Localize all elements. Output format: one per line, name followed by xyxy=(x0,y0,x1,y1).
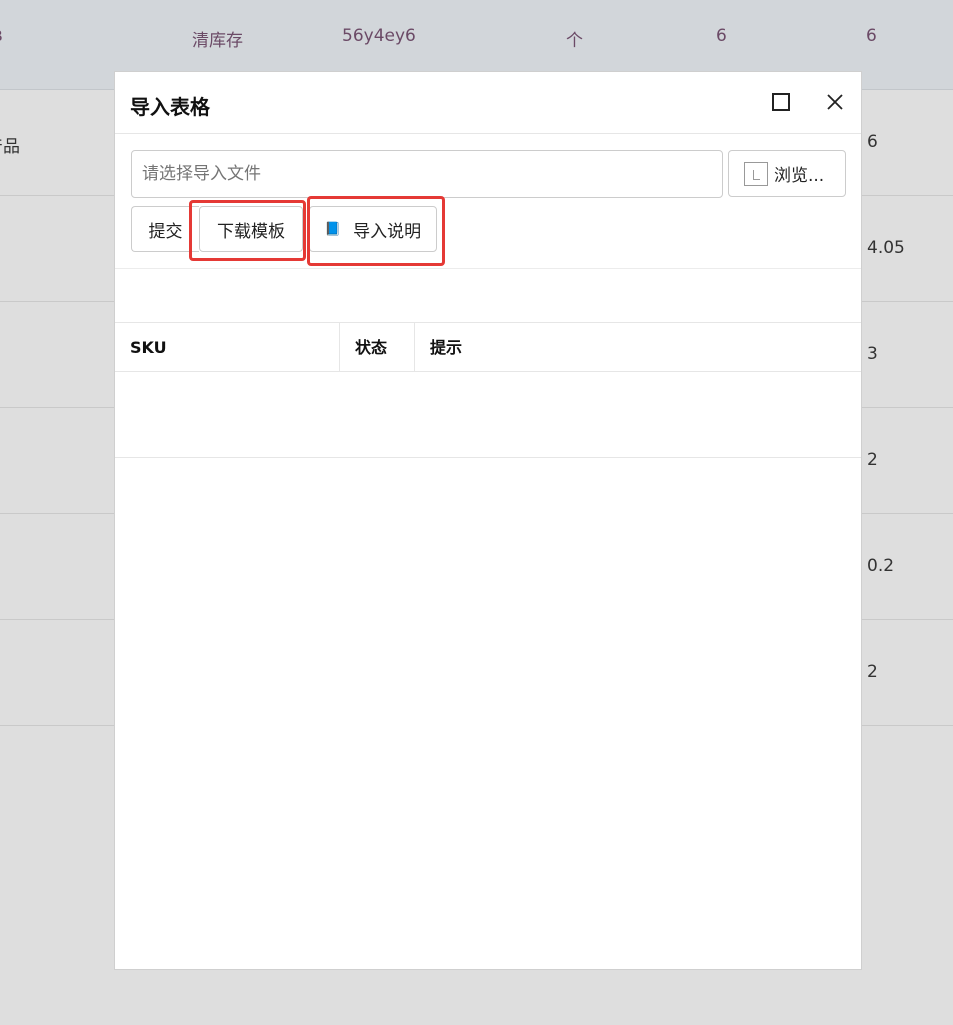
import-result-table: SKU 状态 提示 xyxy=(115,322,861,458)
dialog-header[interactable]: 导入表格 xyxy=(115,72,861,134)
guide-label: 导入说明 xyxy=(353,221,422,242)
cell-left: ฿ xyxy=(0,238,1,258)
divider xyxy=(115,268,861,269)
cell-left: ฿ xyxy=(0,662,1,682)
table-header: SKU 状态 提示 xyxy=(115,323,861,372)
cell-qty1: 6 xyxy=(716,26,727,46)
cell-qty2: 6 xyxy=(866,26,877,46)
column-header-tip[interactable]: 提示 xyxy=(415,323,861,372)
cell-type: 清库存 xyxy=(192,31,243,51)
import-dialog: 导入表格 浏览... 提交 下载模板 📘 导入说明 SKU 状态 提示 xyxy=(114,71,862,970)
maximize-icon[interactable] xyxy=(769,90,793,114)
cell-right: 6 xyxy=(867,132,878,152)
cell-left: ฿ xyxy=(0,450,1,470)
browse-label: 浏览... xyxy=(774,166,825,186)
cell-left: ฿ xyxy=(0,26,3,46)
cell-left: 产品 xyxy=(0,137,20,157)
table-body-empty xyxy=(115,372,861,458)
cell-left: ฿ xyxy=(0,556,1,576)
dialog-title: 导入表格 xyxy=(130,95,210,119)
download-template-button[interactable]: 下载模板 xyxy=(199,206,303,252)
template-label: 下载模板 xyxy=(217,221,285,242)
cell-right: 0.2 xyxy=(867,556,895,576)
import-guide-button[interactable]: 📘 导入说明 xyxy=(309,206,437,252)
cell-unit: 个 xyxy=(566,31,583,51)
cell-right: 2 xyxy=(867,450,878,470)
browse-button[interactable]: 浏览... xyxy=(728,150,846,197)
submit-button[interactable]: 提交 xyxy=(131,206,199,252)
file-path-input[interactable] xyxy=(131,150,723,198)
cell-sku: 56y4ey6 xyxy=(342,26,416,46)
cell-left: ฿ xyxy=(0,344,1,364)
column-header-sku[interactable]: SKU xyxy=(115,323,340,372)
close-icon[interactable] xyxy=(823,90,847,114)
file-icon xyxy=(744,161,768,186)
submit-label: 提交 xyxy=(148,221,183,242)
book-icon: 📘 xyxy=(324,221,342,237)
cell-right: 4.05 xyxy=(867,238,905,258)
cell-right: 3 xyxy=(867,344,878,364)
column-header-status[interactable]: 状态 xyxy=(340,323,415,372)
cell-right: 2 xyxy=(867,662,878,682)
